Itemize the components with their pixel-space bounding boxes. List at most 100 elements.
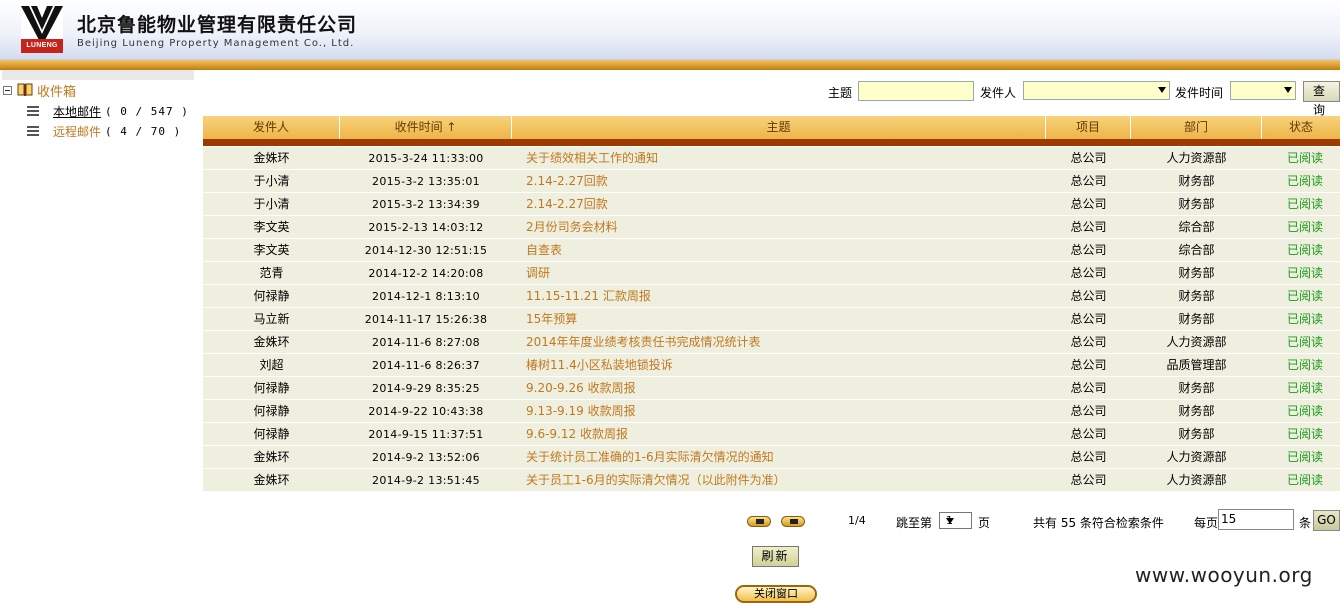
- cell-project: 总公司: [1070, 404, 1107, 418]
- cell-sender: 于小清: [253, 174, 290, 188]
- sidebar-item-count: ( 4 / 70 ): [105, 124, 182, 138]
- cell-status: 已阅读: [1286, 473, 1323, 487]
- cell-project: 总公司: [1070, 197, 1107, 211]
- cell-sender: 何禄静: [253, 381, 290, 395]
- page-jump-select[interactable]: 1: [939, 512, 972, 529]
- cell-subject-link[interactable]: 关于员工1-6月的实际清欠情况（以此附件为准）: [526, 469, 1046, 492]
- cell-subject-link[interactable]: 关于绩效相关工作的通知: [526, 147, 1046, 170]
- cell-sender: 金姝环: [253, 335, 290, 349]
- cell-subject-link[interactable]: 2.14-2.27回款: [526, 193, 1046, 216]
- total-count: 共有 55 条符合检索条件: [1033, 516, 1164, 530]
- jump-prefix: 跳至第: [896, 516, 933, 530]
- cell-status: 已阅读: [1286, 220, 1323, 234]
- sender-select[interactable]: [1023, 81, 1170, 100]
- cell-department: 财务部: [1178, 266, 1215, 280]
- cell-receive-time: 2014-12-1 8:13:10: [372, 290, 480, 303]
- table-row[interactable]: 金姝环 2014-9-2 13:51:45 关于员工1-6月的实际清欠情况（以此附件…: [203, 469, 1340, 492]
- cell-department: 人力资源部: [1166, 473, 1227, 487]
- cell-status: 已阅读: [1286, 335, 1323, 349]
- cell-department: 综合部: [1178, 220, 1215, 234]
- cell-subject-link[interactable]: 2月份司务会材料: [526, 216, 1046, 239]
- send-time-select[interactable]: [1230, 81, 1296, 100]
- table-header-bar: [203, 139, 1340, 146]
- header-stripe: [0, 60, 1340, 70]
- cell-department: 财务部: [1178, 404, 1215, 418]
- cell-receive-time: 2015-2-13 14:03:12: [368, 221, 484, 234]
- cell-project: 总公司: [1070, 427, 1107, 441]
- tree-root-inbox[interactable]: 收件箱: [3, 82, 76, 100]
- go-button[interactable]: GO: [1313, 510, 1340, 531]
- query-button[interactable]: 查询: [1303, 81, 1340, 117]
- sidebar-item-label[interactable]: 远程邮件: [53, 123, 101, 140]
- cell-receive-time: 2014-9-2 13:52:06: [372, 451, 480, 464]
- cell-sender: 何禄静: [253, 427, 290, 441]
- cell-status: 已阅读: [1286, 174, 1323, 188]
- next-page-button[interactable]: [747, 516, 771, 527]
- cell-subject-link[interactable]: 关于统计员工准确的1-6月实际清欠情况的通知: [526, 446, 1046, 469]
- cell-receive-time: 2015-3-24 11:33:00: [368, 152, 484, 165]
- cell-subject-link[interactable]: 9.20-9.26 收款周报: [526, 377, 1046, 400]
- cell-subject-link[interactable]: 调研: [526, 262, 1046, 285]
- cell-project: 总公司: [1070, 289, 1107, 303]
- arrow-right-icon: [756, 519, 764, 524]
- chevron-down-icon: [1158, 87, 1166, 93]
- cell-project: 总公司: [1070, 450, 1107, 464]
- table-row[interactable]: 李文英 2014-12-30 12:51:15 自查表 总公司 综合部 已阅读: [203, 239, 1340, 262]
- cell-sender: 何禄静: [253, 289, 290, 303]
- refresh-button[interactable]: 刷新: [752, 546, 799, 567]
- cell-project: 总公司: [1070, 220, 1107, 234]
- subject-input[interactable]: [858, 81, 974, 101]
- last-page-button[interactable]: [781, 516, 805, 527]
- cell-status: 已阅读: [1286, 151, 1323, 165]
- table-row[interactable]: 金姝环 2014-9-2 13:52:06 关于统计员工准确的1-6月实际清欠情况的…: [203, 446, 1340, 469]
- logo-text: LUNENG: [26, 42, 58, 49]
- cell-subject-link[interactable]: 2.14-2.27回款: [526, 170, 1046, 193]
- cell-project: 总公司: [1070, 151, 1107, 165]
- col-sender[interactable]: 发件人: [203, 116, 340, 139]
- close-window-button[interactable]: 关闭窗口: [735, 585, 817, 603]
- cell-subject-link[interactable]: 11.15-11.21 汇款周报: [526, 285, 1046, 308]
- chevron-down-icon: [946, 518, 954, 524]
- col-project[interactable]: 项目: [1046, 116, 1131, 139]
- table-row[interactable]: 李文英 2015-2-13 14:03:12 2月份司务会材料 总公司 综合部 已阅读: [203, 216, 1340, 239]
- table-row[interactable]: 于小清 2015-3-2 13:34:39 2.14-2.27回款 总公司 财务部 已阅读: [203, 193, 1340, 216]
- cell-receive-time: 2014-9-15 11:37:51: [368, 428, 484, 441]
- cell-project: 总公司: [1070, 266, 1107, 280]
- logo-mark-icon: [21, 6, 63, 40]
- table-row[interactable]: 金姝环 2015-3-24 11:33:00 关于绩效相关工作的通知 总公司 人力资源部…: [203, 147, 1340, 170]
- table-row[interactable]: 何禄静 2014-9-15 11:37:51 9.6-9.12 收款周报 总公司 财务部…: [203, 423, 1340, 446]
- cell-sender: 李文英: [253, 243, 290, 257]
- cell-sender: 于小清: [253, 197, 290, 211]
- table-row[interactable]: 范青 2014-12-2 14:20:08 调研 总公司 财务部 已阅读: [203, 262, 1340, 285]
- table-row[interactable]: 于小清 2015-3-2 13:35:01 2.14-2.27回款 总公司 财务部 已阅读: [203, 170, 1340, 193]
- table-row[interactable]: 何禄静 2014-9-22 10:43:38 9.13-9.19 收款周报 总公司 财务…: [203, 400, 1340, 423]
- per-page-input[interactable]: 15: [1218, 509, 1294, 530]
- cell-subject-link[interactable]: 9.6-9.12 收款周报: [526, 423, 1046, 446]
- table-row[interactable]: 何禄静 2014-12-1 8:13:10 11.15-11.21 汇款周报 总公司 财…: [203, 285, 1340, 308]
- col-subject[interactable]: 主题: [512, 116, 1046, 139]
- cell-department: 品质管理部: [1166, 358, 1227, 372]
- cell-department: 综合部: [1178, 243, 1215, 257]
- col-receive-time[interactable]: 收件时间 ↑: [340, 116, 512, 139]
- cell-sender: 何禄静: [253, 404, 290, 418]
- table-row[interactable]: 金姝环 2014-11-6 8:27:08 2014年年度业绩考核责任书完成情况统计…: [203, 331, 1340, 354]
- table-row[interactable]: 刘超 2014-11-6 8:26:37 椿树11.4小区私装地锁投诉 总公司 品质管理…: [203, 354, 1340, 377]
- cell-subject-link[interactable]: 15年预算: [526, 308, 1046, 331]
- table-row[interactable]: 何禄静 2014-9-29 8:35:25 9.20-9.26 收款周报 总公司 财务部…: [203, 377, 1340, 400]
- cell-subject-link[interactable]: 9.13-9.19 收款周报: [526, 400, 1046, 423]
- cell-status: 已阅读: [1286, 266, 1323, 280]
- sidebar-item-local-mail[interactable]: 本地邮件 ( 0 / 547 ): [27, 103, 189, 119]
- col-department[interactable]: 部门: [1131, 116, 1262, 139]
- table-row[interactable]: 马立新 2014-11-17 15:26:38 15年预算 总公司 财务部 已阅读: [203, 308, 1340, 331]
- cell-receive-time: 2015-3-2 13:35:01: [372, 175, 480, 188]
- cell-status: 已阅读: [1286, 289, 1323, 303]
- col-status[interactable]: 状态: [1262, 116, 1340, 139]
- cell-subject-link[interactable]: 2014年年度业绩考核责任书完成情况统计表: [526, 331, 1046, 354]
- collapse-icon[interactable]: [3, 85, 12, 95]
- sidebar-item-remote-mail[interactable]: 远程邮件 ( 4 / 70 ): [27, 123, 181, 139]
- cell-sender: 金姝环: [253, 473, 290, 487]
- sidebar-item-label[interactable]: 本地邮件: [53, 103, 101, 120]
- cell-subject-link[interactable]: 自查表: [526, 239, 1046, 262]
- cell-subject-link[interactable]: 椿树11.4小区私装地锁投诉: [526, 354, 1046, 377]
- cell-status: 已阅读: [1286, 381, 1323, 395]
